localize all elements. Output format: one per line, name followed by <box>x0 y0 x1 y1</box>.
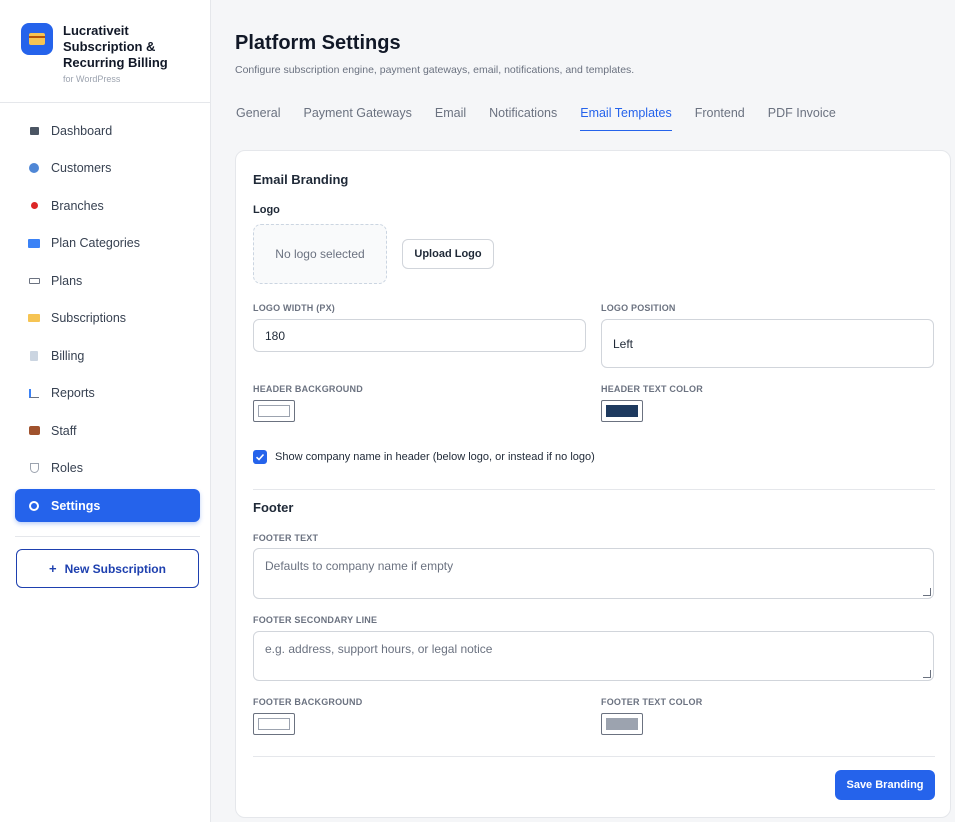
sidebar-item-reports[interactable]: Reports <box>15 377 200 410</box>
sidebar-item-roles[interactable]: Roles <box>15 452 200 485</box>
tab-payment-gateways[interactable]: Payment Gateways <box>303 104 411 131</box>
sidebar-item-staff[interactable]: Staff <box>15 414 200 447</box>
brand-name: Lucrativeit Subscription & Recurring Bil… <box>63 23 168 70</box>
actions-divider <box>253 756 935 757</box>
sidebar-item-dashboard[interactable]: Dashboard <box>15 114 200 147</box>
sidebar-item-label: Branches <box>51 198 104 213</box>
footer-background-swatch <box>258 718 290 730</box>
tab-frontend[interactable]: Frontend <box>695 104 745 131</box>
show-company-name-label: Show company name in header (below logo,… <box>275 451 595 463</box>
sidebar-item-plan-categories[interactable]: Plan Categories <box>15 227 200 260</box>
email-branding-card: Email Branding Logo No logo selected Upl… <box>235 150 951 818</box>
logo-placeholder-text: No logo selected <box>275 247 365 261</box>
sidebar-item-label: Reports <box>51 386 95 400</box>
page-title: Platform Settings <box>235 32 401 54</box>
logo-width-value: 180 <box>265 328 286 343</box>
save-branding-button[interactable]: Save Branding <box>835 770 935 800</box>
resize-grip-icon[interactable] <box>923 588 931 596</box>
checkmark-icon <box>255 453 265 461</box>
footer-text-color-picker[interactable] <box>601 713 643 735</box>
footer-text-label: Footer Text <box>253 533 319 543</box>
footer-background-color-picker[interactable] <box>253 713 295 735</box>
logo-preview[interactable]: No logo selected <box>253 224 387 284</box>
logo-width-label: Logo Width (px) <box>253 303 335 313</box>
pin-icon <box>28 200 40 212</box>
sidebar-item-plans[interactable]: Plans <box>15 264 200 297</box>
logo-label: Logo <box>253 204 280 216</box>
new-subscription-button[interactable]: + New Subscription <box>16 549 199 588</box>
bar-chart-icon <box>28 387 40 399</box>
sidebar-nav: Dashboard Customers Branches Plan Catego… <box>15 114 200 527</box>
footer-text-placeholder: Defaults to company name if empty <box>265 559 454 573</box>
footer-secondary-input[interactable]: e.g. address, support hours, or legal no… <box>253 631 934 681</box>
sidebar-item-label: Billing <box>51 348 85 363</box>
sidebar-item-label: Subscriptions <box>51 311 127 325</box>
footer-text-color-swatch <box>606 718 638 730</box>
sidebar-item-label: Plans <box>51 273 83 288</box>
sidebar-item-label: Customers <box>51 161 112 175</box>
sidebar-item-label: Plan Categories <box>51 236 140 250</box>
section-divider <box>253 489 935 490</box>
logo-position-select[interactable]: Left <box>601 319 934 368</box>
show-company-name-checkbox[interactable] <box>253 450 267 464</box>
briefcase-icon <box>28 425 40 437</box>
header-background-swatch <box>258 405 290 417</box>
brand-header: Lucrativeit Subscription & Recurring Bil… <box>0 0 210 103</box>
header-text-color-swatch <box>606 405 638 417</box>
sidebar-item-label: Staff <box>51 423 77 438</box>
customers-icon <box>28 162 40 174</box>
footer-title: Footer <box>253 500 294 515</box>
tab-notifications[interactable]: Notifications <box>489 104 557 131</box>
sidebar: Lucrativeit Subscription & Recurring Bil… <box>0 0 211 822</box>
footer-secondary-placeholder: e.g. address, support hours, or legal no… <box>265 642 493 656</box>
resize-grip-icon[interactable] <box>923 670 931 678</box>
upload-logo-button[interactable]: Upload Logo <box>402 239 494 269</box>
credit-card-icon <box>28 312 40 324</box>
new-subscription-label: New Subscription <box>64 561 166 576</box>
sidebar-divider <box>15 536 200 537</box>
sidebar-item-label: Dashboard <box>51 123 113 138</box>
page-subtitle: Configure subscription engine, payment g… <box>235 64 635 76</box>
dashboard-icon <box>28 125 40 137</box>
sidebar-item-subscriptions[interactable]: Subscriptions <box>15 302 200 335</box>
tag-icon <box>28 275 40 287</box>
sidebar-item-settings[interactable]: Settings <box>15 489 200 522</box>
header-text-color-picker[interactable] <box>601 400 643 422</box>
credit-card-logo-icon <box>21 23 53 55</box>
brand-subtitle: for WordPress <box>63 74 121 84</box>
shield-icon <box>28 462 40 474</box>
logo-width-input[interactable]: 180 <box>253 319 586 352</box>
header-background-color-picker[interactable] <box>253 400 295 422</box>
tab-general[interactable]: General <box>236 104 280 131</box>
sidebar-item-customers[interactable]: Customers <box>15 152 200 185</box>
header-text-color-label: Header Text Color <box>601 384 703 394</box>
sidebar-item-label: Roles <box>51 461 83 475</box>
logo-position-label: Logo Position <box>601 303 676 313</box>
logo-position-value: Left <box>613 336 634 351</box>
email-branding-title: Email Branding <box>253 172 349 187</box>
receipt-icon <box>28 350 40 362</box>
tab-email[interactable]: Email <box>435 104 466 131</box>
tab-pdf-invoice[interactable]: PDF Invoice <box>768 104 836 131</box>
header-background-label: Header Background <box>253 384 363 394</box>
sidebar-item-billing[interactable]: Billing <box>15 339 200 372</box>
footer-background-label: Footer Background <box>253 697 363 707</box>
footer-text-color-label: Footer Text Color <box>601 697 703 707</box>
footer-secondary-label: Footer Secondary Line <box>253 615 378 625</box>
tab-email-templates[interactable]: Email Templates <box>580 104 672 131</box>
plus-icon: + <box>49 561 57 576</box>
sidebar-item-label: Settings <box>51 498 101 513</box>
sidebar-item-branches[interactable]: Branches <box>15 189 200 222</box>
folder-icon <box>28 237 40 249</box>
gear-icon <box>28 500 40 512</box>
settings-tabs: General Payment Gateways Email Notificat… <box>236 104 859 131</box>
footer-text-input[interactable]: Defaults to company name if empty <box>253 548 934 599</box>
